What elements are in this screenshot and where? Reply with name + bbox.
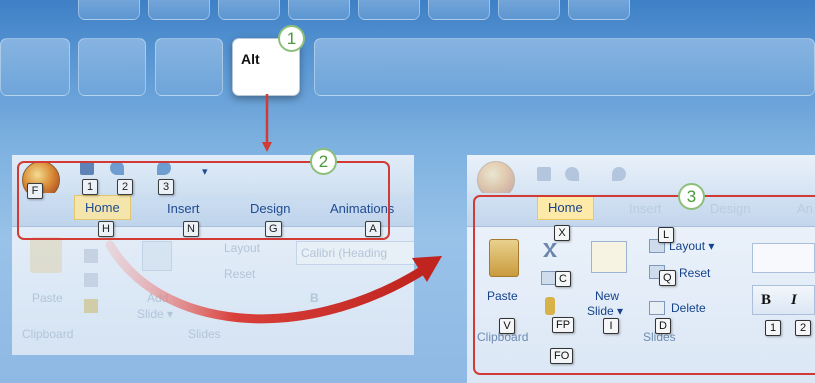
step-number-3: 3: [678, 183, 705, 210]
slide-dropdown-label: Slide ▾: [137, 307, 174, 321]
keyboard-key: [218, 0, 280, 20]
arrow-down-icon: [262, 94, 272, 152]
cut-icon: [84, 249, 98, 263]
keyboard-key: [568, 0, 630, 20]
layout-label: Layout: [224, 241, 261, 255]
keyboard-key: [148, 0, 210, 20]
step-number-1: 1: [278, 25, 305, 52]
slides-group-label: Slides: [188, 327, 221, 341]
keyboard-key: [78, 38, 146, 96]
highlight-box-2: [17, 161, 390, 240]
reset-label: Reset: [224, 267, 256, 281]
keyboard-key: [155, 38, 223, 96]
ribbon-body: Paste Clipboard Add Slide ▾ Layout Reset…: [12, 227, 414, 355]
clipboard-group-label: Clipboard: [22, 327, 74, 341]
new-slide-icon: [142, 241, 172, 271]
add-slide-label: Add: [147, 291, 169, 305]
keyboard-key: [498, 0, 560, 20]
format-painter-icon: [84, 299, 98, 313]
font-name-box: Calibri (Heading: [296, 241, 414, 265]
paste-icon: [30, 237, 62, 273]
redo-icon[interactable]: [612, 167, 626, 181]
keyboard-key: [288, 0, 350, 20]
keyboard-key: [78, 0, 140, 20]
font-name-value: Calibri (Heading: [301, 246, 388, 260]
save-icon[interactable]: [537, 167, 551, 181]
alt-key-label: Alt: [241, 51, 260, 67]
quick-access-toolbar: [467, 155, 815, 199]
bold-icon: B: [310, 291, 319, 305]
keyboard-key: [358, 0, 420, 20]
keyboard-key: [428, 0, 490, 20]
paste-label: Paste: [32, 291, 63, 305]
keyboard-key: [0, 38, 70, 96]
copy-icon: [84, 273, 98, 287]
undo-icon[interactable]: [565, 167, 579, 181]
spacebar-key: [314, 38, 815, 96]
step-number-2: 2: [310, 148, 337, 175]
tutorial-illustration: Alt 1 ▾ Home Insert Design Animations Pa…: [0, 0, 815, 383]
highlight-box-3: [473, 195, 815, 375]
